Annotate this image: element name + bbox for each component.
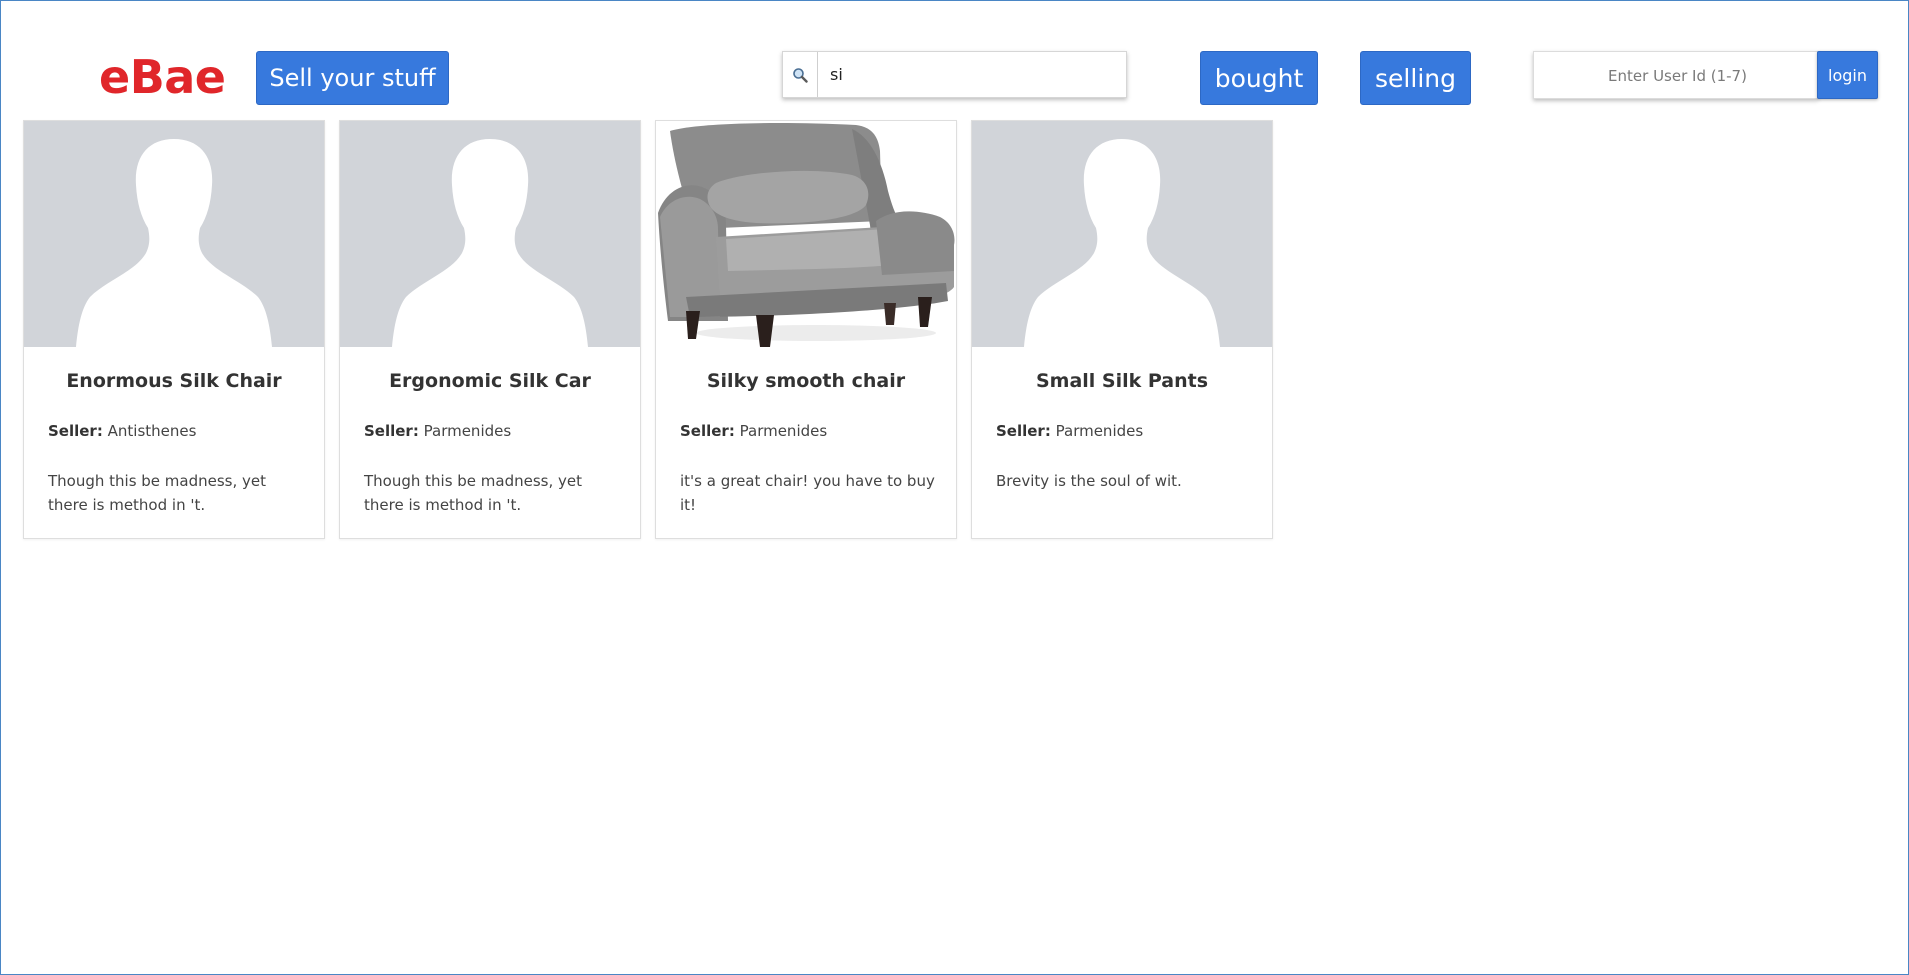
- item-title[interactable]: Small Silk Pants: [972, 370, 1272, 392]
- item-seller: Seller: Parmenides: [364, 422, 511, 440]
- selling-button[interactable]: selling: [1360, 51, 1471, 105]
- search-input[interactable]: [818, 52, 1126, 97]
- seller-name: Parmenides: [1055, 422, 1144, 440]
- item-card[interactable]: Silky smooth chair Seller: Parmenides it…: [655, 120, 957, 539]
- item-card[interactable]: Ergonomic Silk Car Seller: Parmenides Th…: [339, 120, 641, 539]
- seller-name: Parmenides: [423, 422, 512, 440]
- item-title[interactable]: Enormous Silk Chair: [24, 370, 324, 392]
- item-seller: Seller: Parmenides: [996, 422, 1143, 440]
- seller-name: Antisthenes: [107, 422, 197, 440]
- search-icon[interactable]: [783, 52, 818, 97]
- seller-label: Seller:: [680, 422, 735, 440]
- person-silhouette-icon: [340, 121, 640, 347]
- logo[interactable]: eBae: [99, 52, 226, 102]
- user-id-field-wrapper: [1533, 51, 1821, 100]
- user-id-input[interactable]: [1534, 52, 1821, 100]
- bought-button[interactable]: bought: [1200, 51, 1318, 105]
- sell-your-stuff-button[interactable]: Sell your stuff: [256, 51, 449, 105]
- person-silhouette-icon: [972, 121, 1272, 347]
- seller-label: Seller:: [996, 422, 1051, 440]
- item-seller: Seller: Antisthenes: [48, 422, 196, 440]
- item-description: it's a great chair! you have to buy it!: [680, 472, 935, 514]
- login-button[interactable]: login: [1817, 51, 1878, 99]
- seller-label: Seller:: [48, 422, 103, 440]
- armchair-image: [656, 121, 956, 347]
- item-description: Though this be madness, yet there is met…: [48, 472, 267, 514]
- item-description: Brevity is the soul of wit.: [996, 472, 1182, 490]
- person-silhouette-icon: [24, 121, 324, 347]
- item-card[interactable]: Enormous Silk Chair Seller: Antisthenes …: [23, 120, 325, 539]
- item-seller: Seller: Parmenides: [680, 422, 827, 440]
- seller-name: Parmenides: [739, 422, 828, 440]
- item-title[interactable]: Silky smooth chair: [656, 370, 956, 392]
- item-title[interactable]: Ergonomic Silk Car: [340, 370, 640, 392]
- seller-label: Seller:: [364, 422, 419, 440]
- search-bar: [782, 51, 1127, 98]
- item-description: Though this be madness, yet there is met…: [364, 472, 583, 514]
- item-card[interactable]: Small Silk Pants Seller: Parmenides Brev…: [971, 120, 1273, 539]
